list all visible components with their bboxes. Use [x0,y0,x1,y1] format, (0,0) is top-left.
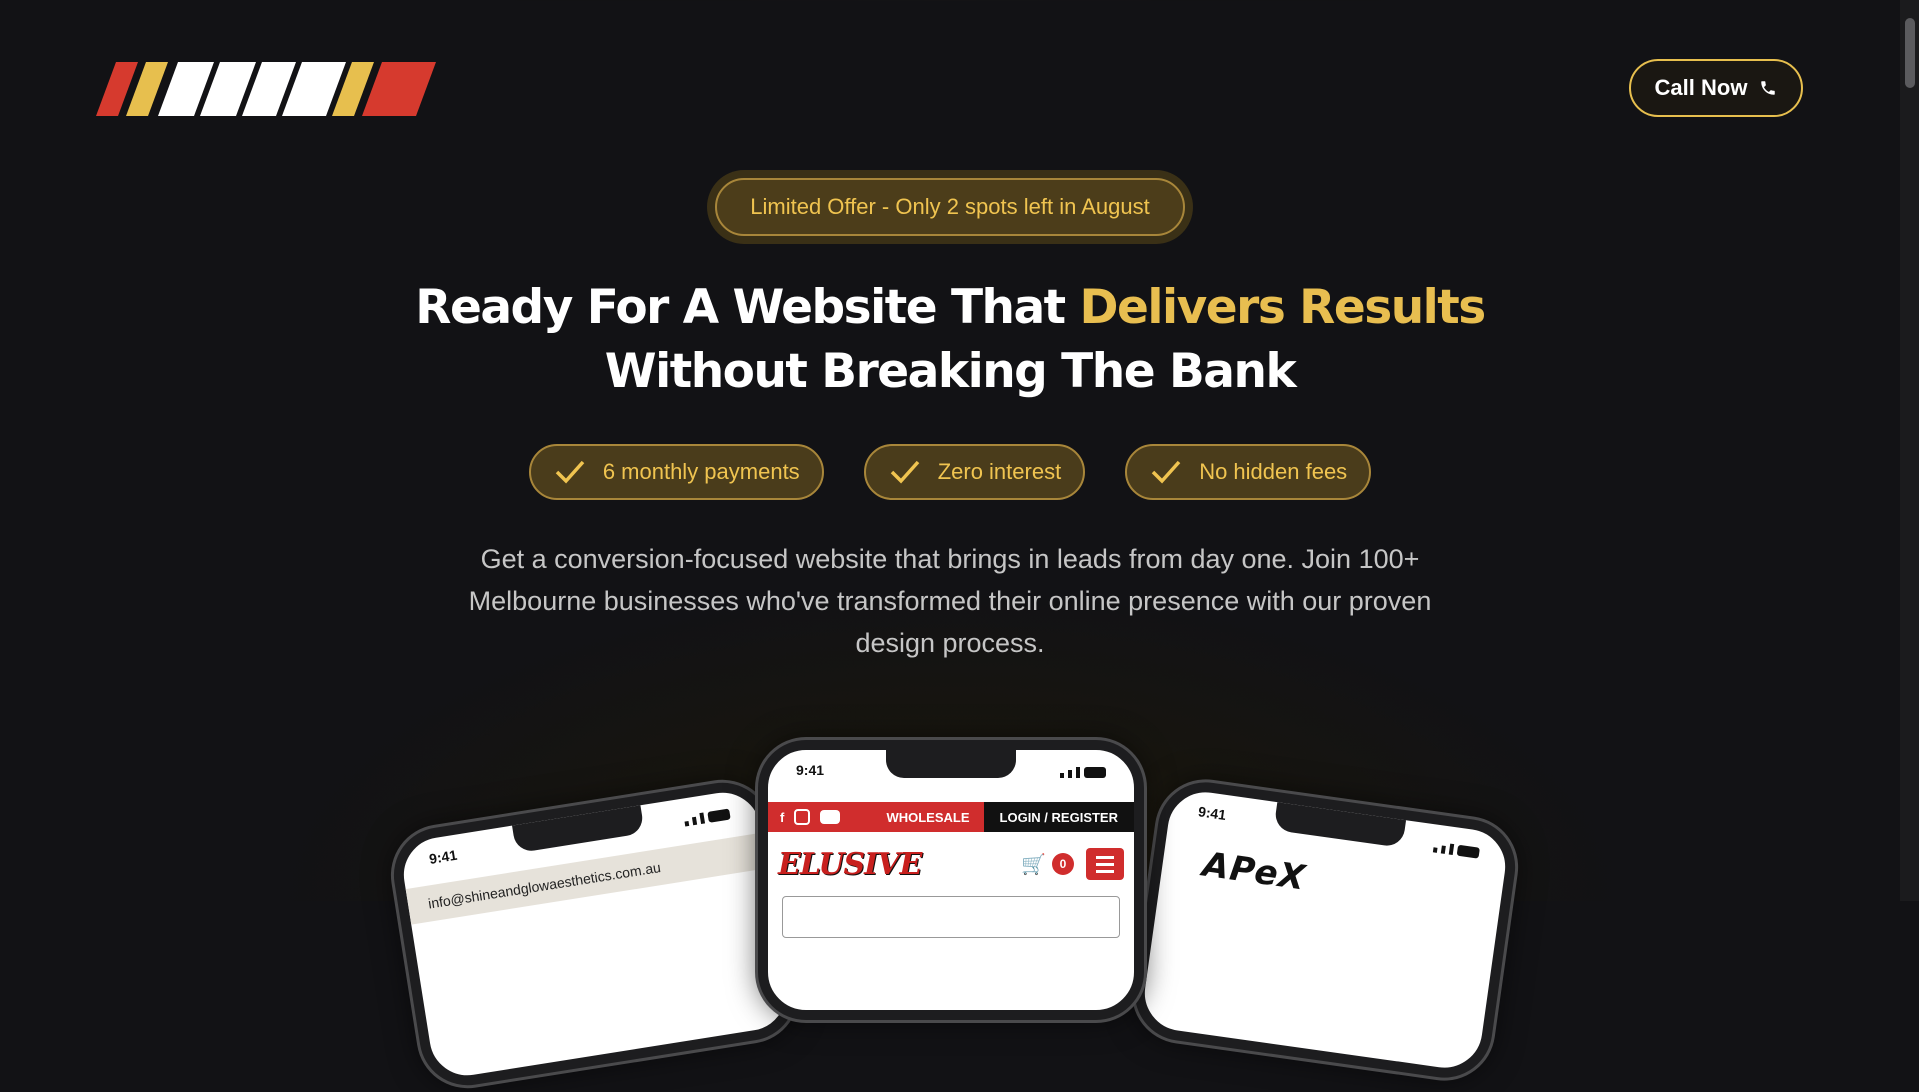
phone-center-brand-row: ELUSIVE 🛒 0 [778,842,1124,886]
benefit-pill: 6 monthly payments [528,444,824,500]
checkmark-icon [890,460,919,484]
phone-mockup-left: 9:41 info@shineandglowaesthetics.com.au [387,775,803,1092]
elusive-racing-logo: ELUSIVE [778,846,922,882]
benefit-label: No hidden fees [1199,459,1348,484]
phone-mockup-center: 9:41 f WHOLESALE LOGIN / REGISTER ELUSIV… [758,740,1144,1020]
headline-part1: Ready For A Website That [415,280,1080,335]
page-scrollbar[interactable] [1900,0,1919,901]
limited-offer-text: Limited Offer - Only 2 spots left in Aug… [715,178,1185,236]
benefit-pill: Zero interest [863,444,1086,500]
signal-icon [683,804,731,827]
headline-accent: Delivers Results [1079,280,1487,335]
hero-description: Get a conversion-focused website that br… [468,544,1432,658]
wholesale-link: WHOLESALE [886,809,970,825]
phone-left-email: info@shineandglowaesthetics.com.au [426,859,662,912]
hero-headline: Ready For A Website That Delivers Result… [0,276,1900,404]
phone-icon [1761,81,1776,95]
instagram-icon [794,809,811,825]
hamburger-menu-icon [1086,848,1124,880]
phone-time: 9:41 [1197,803,1228,824]
benefit-label: 6 monthly payments [602,459,800,484]
cart-count-badge: 0 [1052,853,1074,875]
phone-status-bar: 9:41 [796,762,1106,778]
phone-time: 9:41 [796,762,825,778]
phone-time: 9:41 [427,846,459,867]
limited-offer-badge: Limited Offer - Only 2 spots left in Aug… [707,170,1193,244]
checkmark-icon [555,460,585,484]
scrollbar-thumb[interactable] [1905,18,1915,88]
headline-part2: Without Breaking The Bank [604,344,1297,399]
benefit-label: Zero interest [937,459,1062,484]
benefit-pill: No hidden fees [1125,444,1372,500]
benefit-pills: 6 monthly payments Zero interest No hidd… [0,444,1900,500]
login-register-link: LOGIN / REGISTER [983,802,1134,832]
checkmark-icon [1151,460,1181,484]
signal-icon [1060,762,1106,778]
phone-mockup-right: 9:41 APeX [1128,776,1522,1084]
facebook-icon: f [780,809,785,825]
cart-icon: 🛒 [1021,853,1046,876]
mws-logo[interactable] [96,62,436,116]
youtube-icon [820,810,841,824]
phone-center-topbar: f WHOLESALE LOGIN / REGISTER [768,802,1134,832]
phone-search-bar [782,896,1120,938]
call-now-button[interactable]: Call Now [1629,59,1803,117]
apex-logo: APeX [1200,844,1309,899]
call-now-label: Call Now [1654,75,1748,100]
signal-icon [1432,836,1481,859]
